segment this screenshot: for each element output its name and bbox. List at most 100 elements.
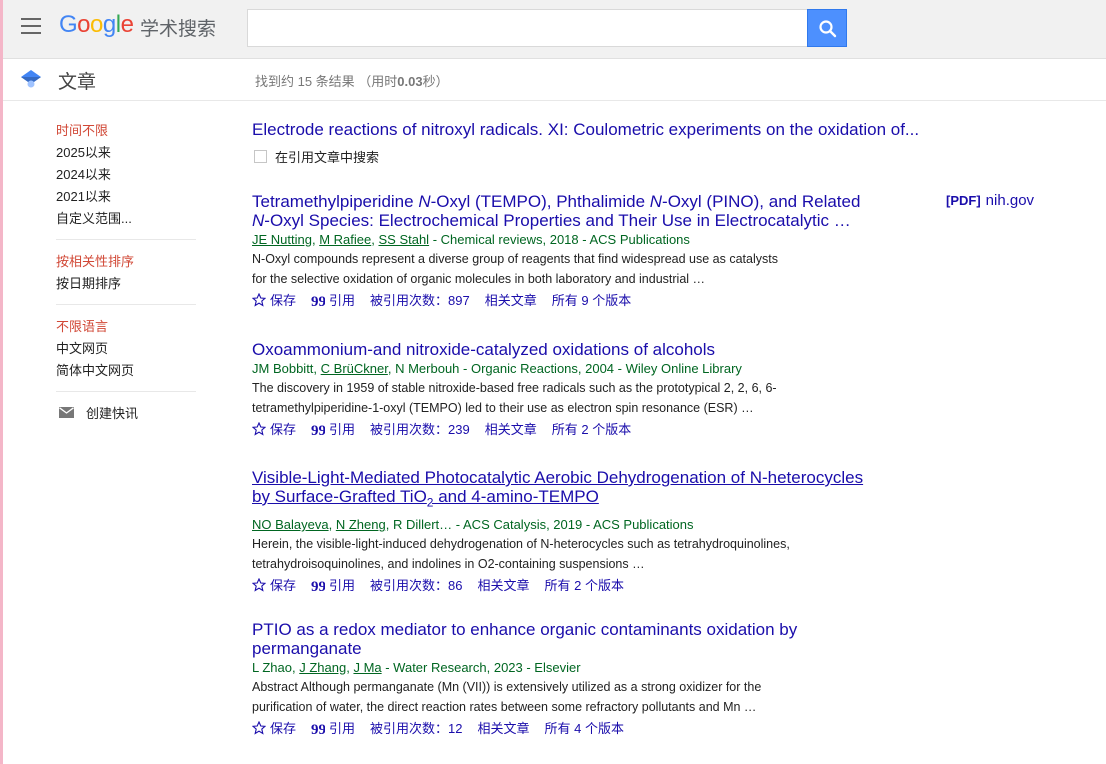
cited-by-link[interactable]: 被引用次数：239 <box>370 419 470 438</box>
result-snippet: Abstract Although permanganate (Mn (VII)… <box>252 680 762 714</box>
svg-text:99: 99 <box>311 294 325 306</box>
search-within-citing-checkbox[interactable] <box>254 150 267 163</box>
result-authors: L Zhao, J Zhang, J Ma - Water Research, … <box>252 660 581 675</box>
title-part: Tetramethylpiperidine <box>252 192 419 211</box>
result-title[interactable]: Tetramethylpiperidine N-Oxyl (TEMPO), Ph… <box>252 192 870 230</box>
star-icon <box>252 421 266 436</box>
graduation-cap-icon <box>21 70 41 88</box>
star-icon <box>252 577 266 592</box>
quote-icon: 99 <box>311 294 325 306</box>
author-name: R Dillert <box>392 517 440 533</box>
related-articles-link[interactable]: 相关文章 <box>485 290 537 309</box>
save-button[interactable]: 保存 <box>252 575 296 594</box>
create-alert-label: 创建快讯 <box>86 406 139 421</box>
author-link[interactable]: JE Nutting <box>252 232 312 247</box>
sub-header: 文章 找到约 15 条结果 （用时0.03秒） <box>3 59 1106 101</box>
related-articles-link[interactable]: 相关文章 <box>485 419 537 438</box>
author-name: JM Bobbitt <box>252 361 314 376</box>
result-title[interactable]: Oxoammonium-and nitroxide-catalyzed oxid… <box>252 340 870 359</box>
sort-date[interactable]: 按日期排序 <box>56 273 196 295</box>
pdf-link[interactable]: [PDF] nih.gov <box>946 192 1034 209</box>
time-filter-custom[interactable]: 自定义范围... <box>56 208 196 230</box>
result-item: Oxoammonium-and nitroxide-catalyzed oxid… <box>252 340 1052 468</box>
title-part: N <box>649 192 663 211</box>
language-simplified-chinese[interactable]: 简体中文网页 <box>56 360 196 382</box>
result-source: - Chemical reviews, 2018 - ACS Publicati… <box>429 232 690 247</box>
sort-relevance[interactable]: 按相关性排序 <box>56 251 196 273</box>
envelope-icon <box>59 407 74 418</box>
search-icon <box>819 20 837 38</box>
versions-link[interactable]: 所有 2 个版本 <box>545 575 624 594</box>
cite-button[interactable]: 99 引用 <box>311 718 355 737</box>
related-articles-link[interactable]: 相关文章 <box>478 718 530 737</box>
search-input[interactable] <box>247 9 808 47</box>
result-source: - Organic Reactions, 2004 - Wiley Online… <box>459 361 742 376</box>
author-name: L Zhao <box>252 660 292 675</box>
title-part: -Oxyl (PINO), and Related <box>662 192 861 211</box>
result-snippet: Herein, the visible-light-induced dehydr… <box>252 537 790 571</box>
versions-link[interactable]: 所有 4 个版本 <box>545 718 624 737</box>
author-link[interactable]: N Zheng <box>336 517 386 532</box>
cited-by-link[interactable]: 被引用次数：86 <box>370 575 462 594</box>
save-label: 保存 <box>270 578 297 594</box>
versions-link[interactable]: 所有 9 个版本 <box>552 290 631 309</box>
sort-group: 按相关性排序 按日期排序 <box>56 251 196 305</box>
result-source: - Water Research, 2023 - Elsevier <box>381 660 581 675</box>
cite-button[interactable]: 99 引用 <box>311 290 355 309</box>
result-item: PTIO as a redox mediator to enhance orga… <box>252 620 1052 737</box>
google-logo[interactable]: Google <box>59 11 134 39</box>
star-icon <box>252 720 266 735</box>
result-title[interactable]: PTIO as a redox mediator to enhance orga… <box>252 620 870 658</box>
title-part: -Oxyl (TEMPO), Phthalimide <box>430 192 650 211</box>
title-part: N <box>252 211 265 230</box>
language-group: 不限语言 中文网页 简体中文网页 <box>56 316 196 392</box>
quote-icon: 99 <box>311 722 325 734</box>
result-item: Tetramethylpiperidine N-Oxyl (TEMPO), Ph… <box>252 192 1052 340</box>
save-label: 保存 <box>270 721 297 736</box>
cite-button[interactable]: 99 引用 <box>311 419 355 438</box>
menu-icon[interactable] <box>21 18 41 34</box>
author-link[interactable]: J Ma <box>353 660 381 675</box>
result-count-prefix: 找到约 15 条结果 （用时 <box>255 74 398 89</box>
search-button[interactable] <box>807 9 847 47</box>
author-link[interactable]: NO Balayeva <box>252 517 329 532</box>
result-time: 0.03 <box>397 74 423 89</box>
related-articles-link[interactable]: 相关文章 <box>478 575 530 594</box>
result-item: Electrode reactions of nitroxyl radicals… <box>252 120 1052 192</box>
author-name: N Merbouh <box>395 361 460 376</box>
create-alert-button[interactable]: 创建快讯 <box>56 403 196 422</box>
language-chinese[interactable]: 中文网页 <box>56 338 196 360</box>
save-button[interactable]: 保存 <box>252 419 296 438</box>
time-filter-2021[interactable]: 2021以来 <box>56 186 196 208</box>
time-filter-2025[interactable]: 2025以来 <box>56 142 196 164</box>
author-link[interactable]: C BrüCkner <box>321 361 388 376</box>
cited-by-link[interactable]: 被引用次数：897 <box>370 290 470 309</box>
author-link[interactable]: M Rafiee <box>319 232 371 247</box>
title-part: N <box>418 192 431 211</box>
result-actions: 保存 99 引用 被引用次数：12 相关文章 所有 4 个版本 <box>252 718 1052 737</box>
result-source: … - ACS Catalysis, 2019 - ACS Publicatio… <box>439 517 694 533</box>
result-title[interactable]: Electrode reactions of nitroxyl radicals… <box>252 120 952 139</box>
save-button[interactable]: 保存 <box>252 290 296 309</box>
quote-icon: 99 <box>311 579 325 591</box>
result-title[interactable]: Visible-Light-Mediated Photocatalytic Ae… <box>252 468 870 512</box>
cite-label: 引用 <box>329 578 356 594</box>
scholar-logo-text[interactable]: 学术搜索 <box>140 14 216 41</box>
versions-link[interactable]: 所有 2 个版本 <box>552 419 631 438</box>
star-icon <box>252 292 266 307</box>
author-link[interactable]: J Zhang <box>299 660 346 675</box>
time-filter-2024[interactable]: 2024以来 <box>56 164 196 186</box>
result-authors: NO Balayeva, N Zheng, R Dillert… - ACS C… <box>252 517 694 533</box>
time-filter-group: 时间不限 2025以来 2024以来 2021以来 自定义范围... <box>56 120 196 240</box>
left-accent-strip <box>0 0 3 764</box>
author-link[interactable]: SS Stahl <box>378 232 429 247</box>
language-any[interactable]: 不限语言 <box>56 316 196 338</box>
search-within-citing-label: 在引用文章中搜索 <box>275 150 380 165</box>
title-part: and 4-amino-TEMPO <box>433 487 599 506</box>
cited-by-link[interactable]: 被引用次数：12 <box>370 718 462 737</box>
section-label-articles[interactable]: 文章 <box>58 67 96 94</box>
save-button[interactable]: 保存 <box>252 718 296 737</box>
save-label: 保存 <box>270 293 297 308</box>
cite-button[interactable]: 99 引用 <box>311 575 355 594</box>
time-filter-any[interactable]: 时间不限 <box>56 120 196 142</box>
